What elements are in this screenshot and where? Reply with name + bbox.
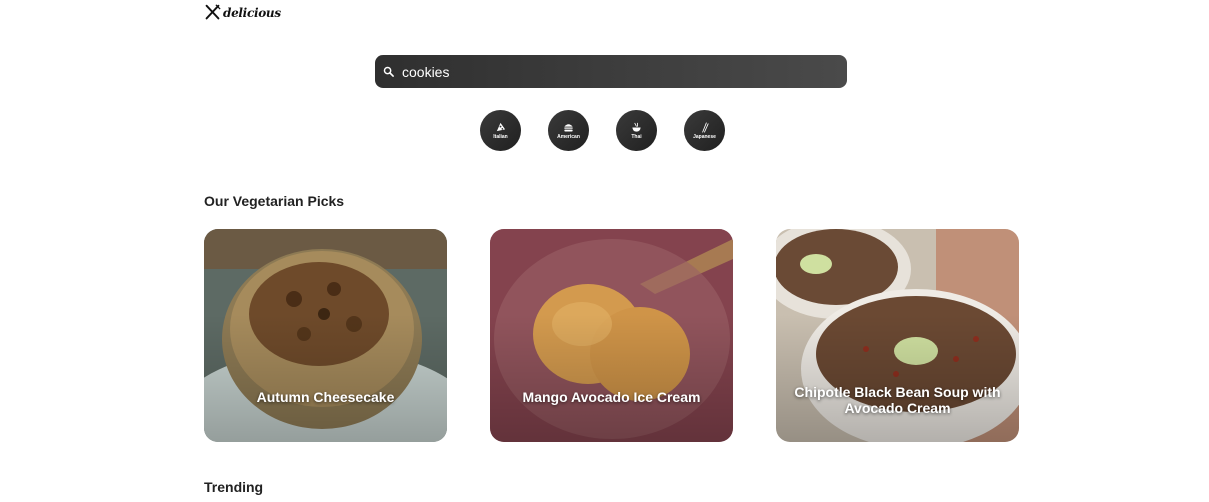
recipe-card[interactable]: Mango Avocado Ice Cream [490,229,733,442]
recipe-title: Autumn Cheesecake [256,389,395,405]
recipe-title: Mango Avocado Ice Cream [522,389,701,405]
vegetarian-picks-list: Autumn Cheesecake Mango Avocado Ice Crea… [204,229,1019,442]
chopsticks-icon [702,122,709,132]
cuisine-thai-button[interactable]: Thai [616,110,657,151]
brand-logo[interactable]: delicious [204,4,281,21]
search-bar[interactable] [375,55,847,88]
section-title-trending: Trending [204,479,264,495]
cuisine-label: Thai [631,133,642,140]
recipe-title: Chipotle Black Bean Soup with Avocado Cr… [794,384,1001,416]
section-title-vegetarian: Our Vegetarian Picks [204,193,345,209]
fork-knife-icon [205,4,221,20]
cuisine-label: American [557,133,580,140]
cuisine-label: Japanese [693,133,716,140]
cuisine-american-button[interactable]: American [548,110,589,151]
search-input[interactable] [402,63,822,80]
image-overlay [490,229,733,442]
noodle-bowl-icon [632,122,641,132]
cuisine-japanese-button[interactable]: Japanese [684,110,725,151]
cuisine-italian-button[interactable]: Italian [480,110,521,151]
cuisine-label: Italian [493,133,508,140]
burger-icon [564,123,573,131]
recipe-card[interactable]: Chipotle Black Bean Soup with Avocado Cr… [776,229,1019,442]
image-overlay [204,229,447,442]
recipe-card[interactable]: Autumn Cheesecake [204,229,447,442]
brand-name: delicious [223,5,281,20]
search-icon [383,66,394,77]
pizza-icon [496,122,506,131]
cuisine-filter-list: Italian American Thai Japanese [480,110,725,151]
